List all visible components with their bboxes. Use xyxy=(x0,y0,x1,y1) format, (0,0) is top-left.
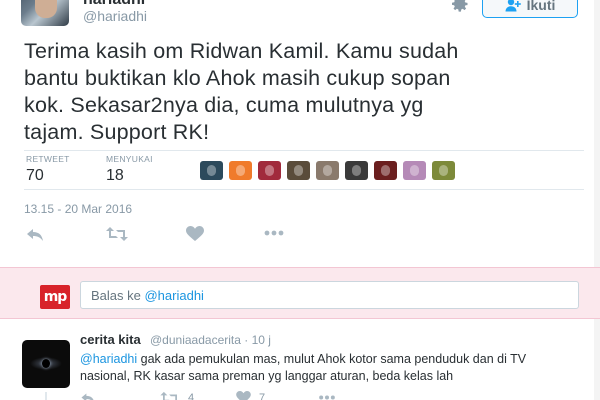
reply-input-prefix: Balas ke xyxy=(91,288,145,303)
heart-icon xyxy=(236,391,251,400)
reply-mention[interactable]: @hariadhi xyxy=(80,352,137,366)
liker-avatar[interactable] xyxy=(374,161,397,180)
tweet-text-line: tajam. Support RK! xyxy=(24,120,210,144)
like-count: 18 xyxy=(106,167,124,184)
tweet-text-line: kok. Sekasar2nya dia, cuma mulutnya yg xyxy=(24,93,424,117)
tweet-stats: RETWEET 70 MENYUKAI 18 xyxy=(24,150,584,190)
tweet-text: Terima kasih om Ridwan Kamil. Kamu sudah… xyxy=(24,38,584,146)
follow-button[interactable]: Ikuti xyxy=(482,0,578,18)
avatar[interactable] xyxy=(22,340,70,388)
liker-avatar[interactable] xyxy=(403,161,426,180)
reply-box: mp Balas ke @hariadhi xyxy=(0,267,600,319)
reply-input-mention: @hariadhi xyxy=(144,288,204,303)
reply-actions: 4 7 xyxy=(80,391,380,400)
liker-avatar[interactable] xyxy=(345,161,368,180)
liker-avatars xyxy=(200,161,455,180)
like-stat-label: MENYUKAI xyxy=(106,154,153,164)
reply-like-count: 7 xyxy=(259,391,266,400)
more-icon[interactable] xyxy=(318,395,336,400)
like-action[interactable]: 7 xyxy=(236,391,265,400)
gear-icon[interactable] xyxy=(450,0,470,14)
retweet-stat-label: RETWEET xyxy=(26,154,70,164)
reply-icon[interactable] xyxy=(26,226,44,242)
like-stat[interactable]: MENYUKAI 18 xyxy=(106,154,153,185)
tweet-actions xyxy=(24,222,584,248)
retweet-stat[interactable]: RETWEET 70 xyxy=(26,154,70,185)
reply-icon[interactable] xyxy=(80,391,96,400)
reply-tweet[interactable]: cerita kita @duniaadacerita · 10 j @hari… xyxy=(0,320,600,400)
screen-name[interactable]: @hariadhi xyxy=(83,8,147,24)
add-user-icon xyxy=(505,0,521,12)
more-icon[interactable] xyxy=(264,230,284,236)
liker-avatar[interactable] xyxy=(258,161,281,180)
reply-text-line: gak ada pemukulan mas, mulut Ahok kotor … xyxy=(137,352,527,366)
reply-text: @hariadhi gak ada pemukulan mas, mulut A… xyxy=(80,351,590,385)
liker-avatar[interactable] xyxy=(200,161,223,180)
tweet-text-line: bantu buktikan klo Ahok masih cukup sopa… xyxy=(24,66,451,90)
retweet-icon[interactable] xyxy=(106,226,128,242)
reply-text-line: nasional, RK kasar sama preman yg langga… xyxy=(80,369,454,383)
thread-line xyxy=(45,392,47,400)
mp-logo-icon: mp xyxy=(40,285,70,309)
liker-avatar[interactable] xyxy=(287,161,310,180)
retweet-action[interactable]: 4 xyxy=(160,391,194,400)
retweet-icon xyxy=(160,391,177,400)
heart-icon[interactable] xyxy=(186,226,204,242)
follow-label: Ikuti xyxy=(526,0,556,13)
reply-display-name[interactable]: cerita kita xyxy=(80,332,141,347)
avatar[interactable] xyxy=(21,0,69,26)
tweet-header: hariadhi @hariadhi Ikuti xyxy=(0,0,600,34)
liker-avatar[interactable] xyxy=(316,161,339,180)
liker-avatar[interactable] xyxy=(229,161,252,180)
reply-handle-time[interactable]: @duniaadacerita · 10 j xyxy=(150,333,271,347)
reply-input[interactable]: Balas ke @hariadhi xyxy=(80,281,579,309)
reply-retweet-count: 4 xyxy=(188,392,195,400)
tweet-timestamp[interactable]: 13.15 - 20 Mar 2016 xyxy=(24,202,132,216)
tweet-text-line: Terima kasih om Ridwan Kamil. Kamu sudah xyxy=(24,39,459,63)
liker-avatar[interactable] xyxy=(432,161,455,180)
retweet-count: 70 xyxy=(26,167,44,184)
